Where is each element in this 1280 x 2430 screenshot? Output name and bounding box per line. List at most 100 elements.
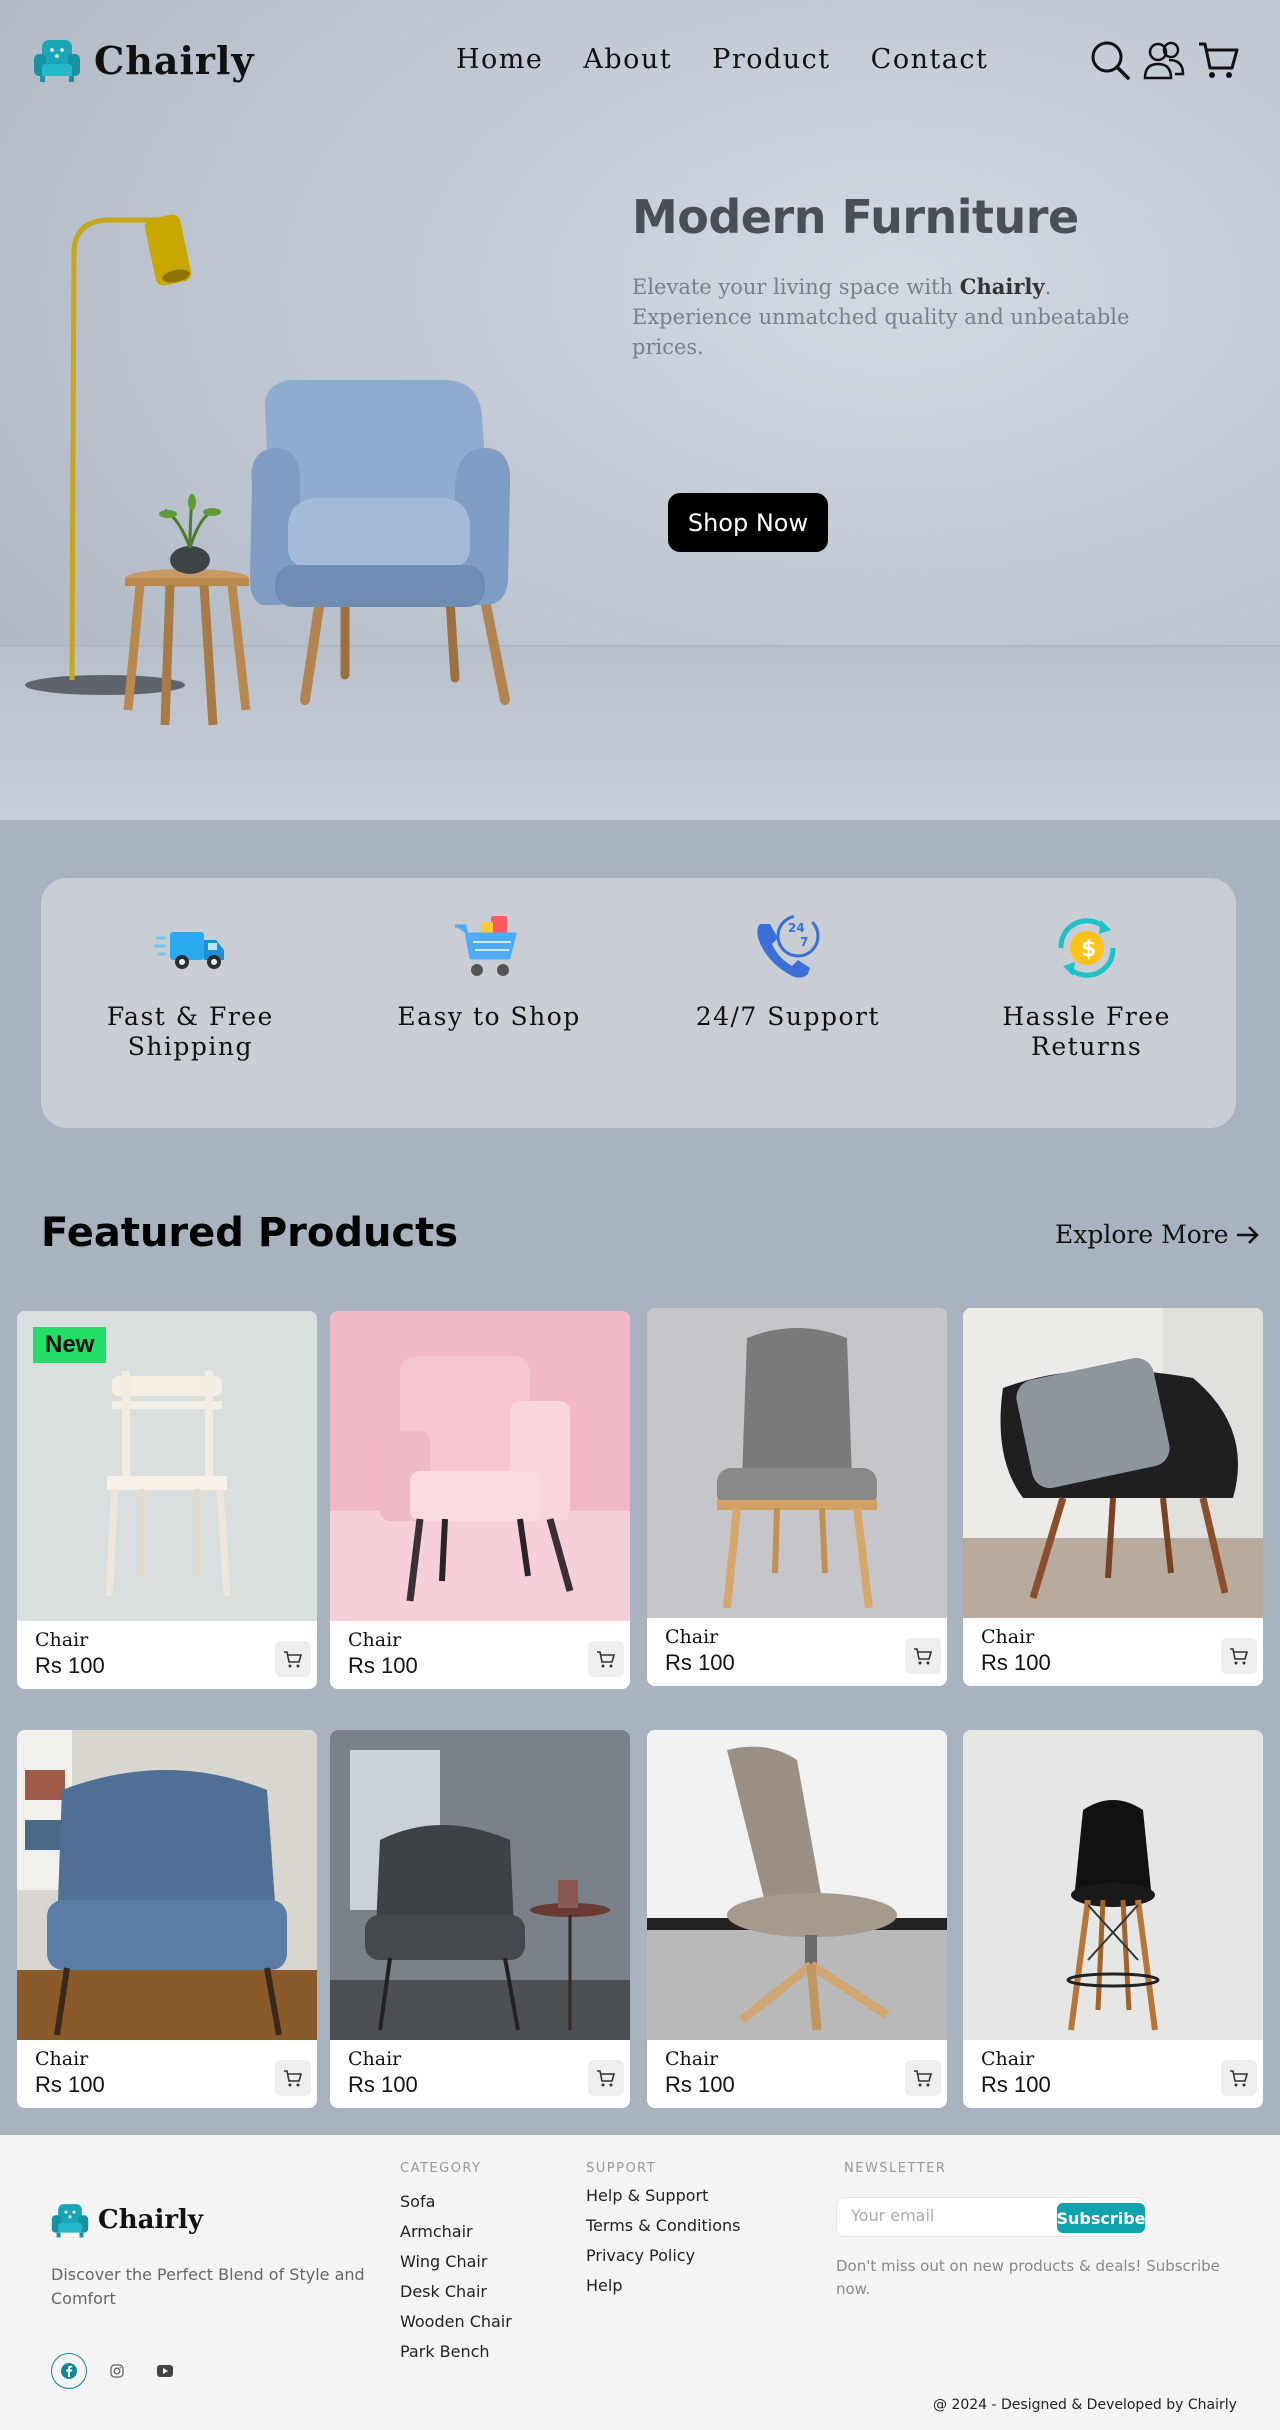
- nav-icons: [1088, 38, 1240, 82]
- feature-easy-shop: Easy to Shop: [340, 878, 639, 1128]
- product-price: Rs 100: [35, 2072, 105, 2097]
- cart-icon: [914, 1648, 933, 1665]
- feature-support: 24 7 24/7 Support: [639, 878, 938, 1128]
- product-image: [17, 1730, 317, 2040]
- product-card[interactable]: Chair Rs 100: [647, 1308, 947, 1686]
- product-name: Chair: [35, 2048, 89, 2070]
- shopping-cart-icon: [455, 916, 517, 976]
- add-to-cart-button[interactable]: [1221, 2060, 1257, 2096]
- add-to-cart-button[interactable]: [588, 1641, 624, 1677]
- product-card[interactable]: Chair Rs 100: [330, 1730, 630, 2108]
- nav-links: Home About Product Contact: [456, 44, 988, 75]
- newsletter-form: Subscribe: [836, 2197, 1146, 2237]
- product-image: [647, 1308, 947, 1618]
- add-to-cart-button[interactable]: [905, 2060, 941, 2096]
- nav-link-product[interactable]: Product: [712, 44, 830, 75]
- support-link[interactable]: Terms & Conditions: [586, 2211, 740, 2241]
- armchair-logo-icon: [34, 40, 80, 82]
- delivery-truck-icon: [154, 932, 225, 969]
- cart-icon: [1230, 2070, 1249, 2087]
- instagram-link[interactable]: [99, 2353, 135, 2389]
- shop-now-button[interactable]: Shop Now: [668, 493, 828, 552]
- product-card[interactable]: Chair Rs 100: [963, 1730, 1263, 2108]
- hero-subtitle: Elevate your living space with Chairly. …: [632, 274, 1130, 359]
- product-image: [330, 1730, 630, 2040]
- site-footer: Chairly Discover the Perfect Blend of St…: [0, 2135, 1280, 2430]
- product-card[interactable]: Chair Rs 100: [330, 1311, 630, 1689]
- support-title: SUPPORT: [586, 2161, 657, 2176]
- product-image: New: [17, 1311, 317, 1621]
- new-badge: New: [33, 1327, 107, 1363]
- cart-icon: [1230, 1648, 1249, 1665]
- cart-icon: [284, 1651, 303, 1668]
- category-link[interactable]: Wing Chair: [400, 2247, 512, 2277]
- product-card[interactable]: Chair Rs 100: [17, 1730, 317, 2108]
- product-name: Chair: [981, 2048, 1035, 2070]
- svg-text:24: 24: [788, 921, 805, 935]
- product-price: Rs 100: [348, 2072, 418, 2097]
- arrow-right-icon: [1236, 1225, 1259, 1244]
- hero-armchair-image: [25, 214, 511, 726]
- product-price: Rs 100: [665, 2072, 735, 2097]
- add-to-cart-button[interactable]: [275, 1641, 311, 1677]
- add-to-cart-button[interactable]: [588, 2060, 624, 2096]
- subscribe-button[interactable]: Subscribe: [1056, 2203, 1146, 2233]
- category-link[interactable]: Park Bench: [400, 2337, 512, 2367]
- category-list: Sofa Armchair Wing Chair Desk Chair Wood…: [400, 2187, 512, 2367]
- category-link[interactable]: Desk Chair: [400, 2277, 512, 2307]
- social-links: [51, 2353, 183, 2389]
- feature-label: Easy to Shop: [397, 1002, 581, 1031]
- add-to-cart-button[interactable]: [275, 2060, 311, 2096]
- featured-products-title: Featured Products: [41, 1210, 459, 1256]
- brand-name: Chairly: [94, 37, 255, 83]
- add-to-cart-button[interactable]: [1221, 1638, 1257, 1674]
- add-to-cart-button[interactable]: [905, 1638, 941, 1674]
- footer-brand[interactable]: Chairly: [50, 2201, 203, 2239]
- support-link[interactable]: Help & Support: [586, 2181, 740, 2211]
- footer-tagline: Discover the Perfect Blend of Style and …: [51, 2265, 365, 2308]
- youtube-link[interactable]: [147, 2353, 183, 2389]
- feature-label: 24/7 Support: [695, 1002, 881, 1031]
- hero-title: Modern Furniture: [632, 190, 1079, 244]
- feature-shipping: Fast & Free Shipping: [41, 878, 340, 1128]
- product-price: Rs 100: [981, 2072, 1051, 2097]
- features-panel: Fast & Free Shipping Easy to Shop 24 7 2…: [41, 878, 1236, 1128]
- users-icon[interactable]: [1142, 38, 1186, 82]
- category-link[interactable]: Wooden Chair: [400, 2307, 512, 2337]
- cart-icon[interactable]: [1196, 38, 1240, 82]
- hero-section: Chairly Home About Product Contact Moder…: [0, 0, 1280, 820]
- svg-text:$: $: [1081, 937, 1096, 962]
- cart-icon: [284, 2070, 303, 2087]
- nav-link-contact[interactable]: Contact: [871, 44, 989, 75]
- support-link[interactable]: Help: [586, 2271, 740, 2301]
- footer-brand-name: Chairly: [98, 2205, 204, 2235]
- product-price: Rs 100: [348, 1653, 418, 1678]
- category-title: CATEGORY: [400, 2161, 482, 2176]
- armchair-logo-icon: [51, 2204, 89, 2238]
- brand-logo[interactable]: Chairly: [32, 36, 254, 84]
- category-link[interactable]: Sofa: [400, 2187, 512, 2217]
- product-card[interactable]: Chair Rs 100: [647, 1730, 947, 2108]
- nav-link-about[interactable]: About: [583, 44, 672, 75]
- top-navbar: Chairly Home About Product Contact: [0, 0, 1280, 125]
- explore-more-link[interactable]: Explore More: [1055, 1220, 1261, 1249]
- nav-link-home[interactable]: Home: [456, 44, 543, 75]
- feature-returns: $ Hassle Free Returns: [937, 878, 1236, 1128]
- search-icon[interactable]: [1088, 38, 1132, 82]
- explore-more-label: Explore More: [1055, 1220, 1229, 1249]
- newsletter-email-input[interactable]: [851, 2206, 1051, 2225]
- product-card[interactable]: Chair Rs 100: [963, 1308, 1263, 1686]
- product-name: Chair: [348, 2048, 402, 2070]
- youtube-icon: [157, 2365, 173, 2377]
- facebook-icon: [61, 2363, 77, 2379]
- product-card[interactable]: New Chair Rs 100: [17, 1311, 317, 1689]
- copyright-text: @ 2024 - Designed & Developed by Chairly: [933, 2397, 1237, 2413]
- product-price: Rs 100: [981, 1650, 1051, 1675]
- product-name: Chair: [665, 2048, 719, 2070]
- category-link[interactable]: Armchair: [400, 2217, 512, 2247]
- phone-support-icon: 24 7: [757, 914, 820, 978]
- product-price: Rs 100: [35, 1653, 105, 1678]
- product-image: [963, 1730, 1263, 2040]
- support-link[interactable]: Privacy Policy: [586, 2241, 740, 2271]
- facebook-link[interactable]: [51, 2353, 87, 2389]
